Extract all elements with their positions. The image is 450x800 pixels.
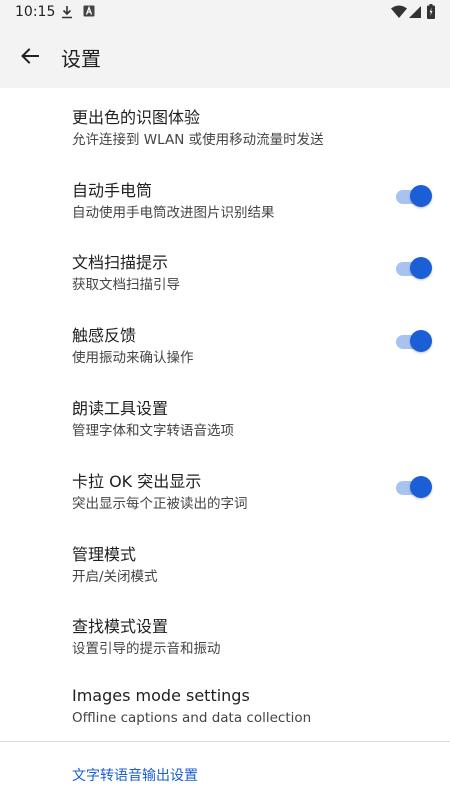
setting-subtitle: 管理字体和文字转语音选项 (72, 423, 234, 439)
setting-haptic-feedback[interactable]: 触感反馈 使用振动来确认操作 (0, 306, 450, 378)
setting-title: Images mode settings (72, 686, 250, 705)
setting-manage-modes[interactable]: 管理模式 开启/关闭模式 (0, 525, 450, 597)
setting-title: 自动手电筒 (72, 181, 153, 200)
setting-title: 管理模式 (72, 545, 137, 564)
signal-icon (409, 6, 421, 18)
setting-title: 触感反馈 (72, 326, 137, 345)
battery-icon (427, 4, 435, 19)
haptic-feedback-toggle[interactable] (396, 330, 432, 354)
status-bar: 10:15 (0, 0, 450, 24)
setting-subtitle: 自动使用手电筒改进图片识别结果 (72, 205, 275, 221)
setting-title: 更出色的识图体验 (72, 108, 201, 127)
setting-subtitle: Offline captions and data collection (72, 710, 312, 726)
status-time: 10:15 (15, 4, 56, 20)
wifi-icon (391, 5, 407, 18)
setting-subtitle: 设置引导的提示音和振动 (72, 641, 221, 657)
setting-title: 查找模式设置 (72, 617, 169, 636)
page-title: 设置 (61, 47, 101, 71)
download-icon (62, 6, 72, 19)
setting-auto-flashlight[interactable]: 自动手电筒 自动使用手电筒改进图片识别结果 (0, 161, 450, 233)
toggle-thumb (410, 476, 432, 498)
divider (0, 741, 450, 742)
karaoke-highlight-toggle[interactable] (396, 476, 432, 500)
arrow-back-icon (21, 48, 39, 64)
setting-subtitle: 开启/关闭模式 (72, 569, 158, 585)
setting-document-scan-tips[interactable]: 文档扫描提示 获取文档扫描引导 (0, 233, 450, 305)
tts-output-settings-link[interactable]: 文字转语音输出设置 (72, 765, 198, 785)
auto-flashlight-toggle[interactable] (396, 185, 432, 209)
setting-images-mode[interactable]: Images mode settings Offline captions an… (0, 670, 450, 742)
toggle-thumb (410, 257, 432, 279)
setting-subtitle: 使用振动来确认操作 (72, 350, 194, 366)
toggle-thumb (410, 185, 432, 207)
setting-title: 文档扫描提示 (72, 253, 169, 272)
app-bar: 设置 (0, 24, 450, 88)
setting-read-aloud-tools[interactable]: 朗读工具设置 管理字体和文字转语音选项 (0, 379, 450, 451)
setting-subtitle: 获取文档扫描引导 (72, 277, 180, 293)
setting-title: 朗读工具设置 (72, 399, 169, 418)
setting-subtitle: 允许连接到 WLAN 或使用移动流量时发送 (72, 132, 324, 148)
back-button[interactable] (12, 38, 48, 74)
toggle-thumb (410, 330, 432, 352)
setting-image-recognition[interactable]: 更出色的识图体验 允许连接到 WLAN 或使用移动流量时发送 (0, 88, 450, 160)
setting-title: 卡拉 OK 突出显示 (72, 472, 202, 491)
setting-find-mode[interactable]: 查找模式设置 设置引导的提示音和振动 (0, 597, 450, 669)
setting-karaoke-highlight[interactable]: 卡拉 OK 突出显示 突出显示每个正被读出的字词 (0, 452, 450, 524)
font-app-icon (83, 5, 95, 17)
setting-subtitle: 突出显示每个正被读出的字词 (72, 496, 248, 512)
document-scan-tips-toggle[interactable] (396, 257, 432, 281)
